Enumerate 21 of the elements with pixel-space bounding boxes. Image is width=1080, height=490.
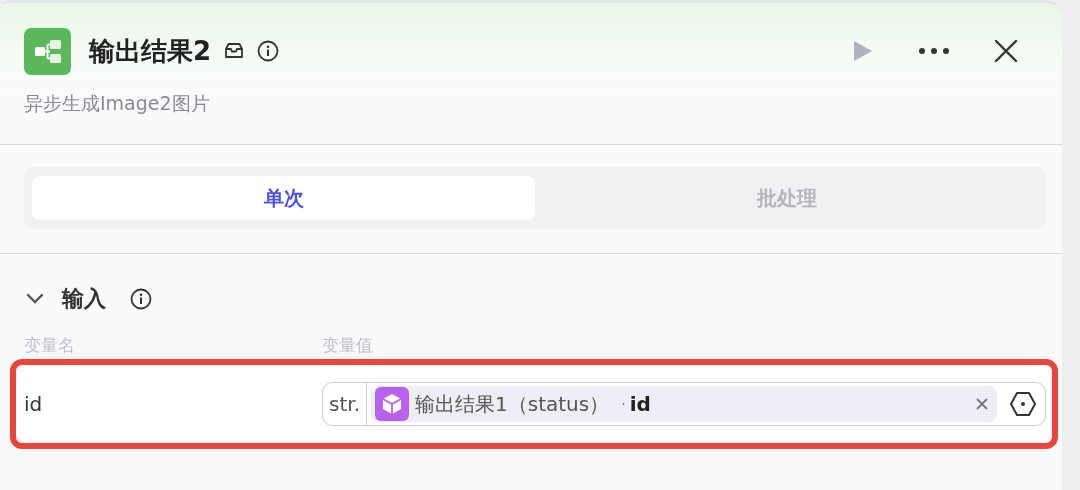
- info-icon[interactable]: [130, 288, 152, 310]
- mode-tab[interactable]: 单次: [32, 176, 535, 220]
- chevron-icon[interactable]: [26, 293, 44, 305]
- reference-chip[interactable]: 输出结果1（status） · id: [371, 386, 997, 422]
- section-title: 输入: [62, 285, 106, 313]
- variable-value-field[interactable]: str. 输出结果1（status） · id: [322, 382, 1046, 426]
- node-icon: [24, 27, 71, 75]
- reference-source: 输出结果1（status）: [415, 390, 610, 418]
- variable-picker-icon[interactable]: [1009, 390, 1037, 418]
- cube-icon: [375, 387, 409, 421]
- info-icon[interactable]: [257, 40, 280, 62]
- node-title: 输出结果2: [89, 34, 212, 68]
- column-header: 变量值: [322, 334, 373, 357]
- node-description: 异步生成Image2图片: [24, 91, 211, 116]
- separator-dot: ·: [621, 396, 626, 412]
- close-button[interactable]: [994, 39, 1018, 63]
- column-header: 变量名: [24, 334, 76, 357]
- more-button[interactable]: [918, 47, 950, 55]
- type-tag: str.: [323, 383, 367, 425]
- reference-field: id: [629, 392, 651, 416]
- variable-name: id: [23, 392, 44, 416]
